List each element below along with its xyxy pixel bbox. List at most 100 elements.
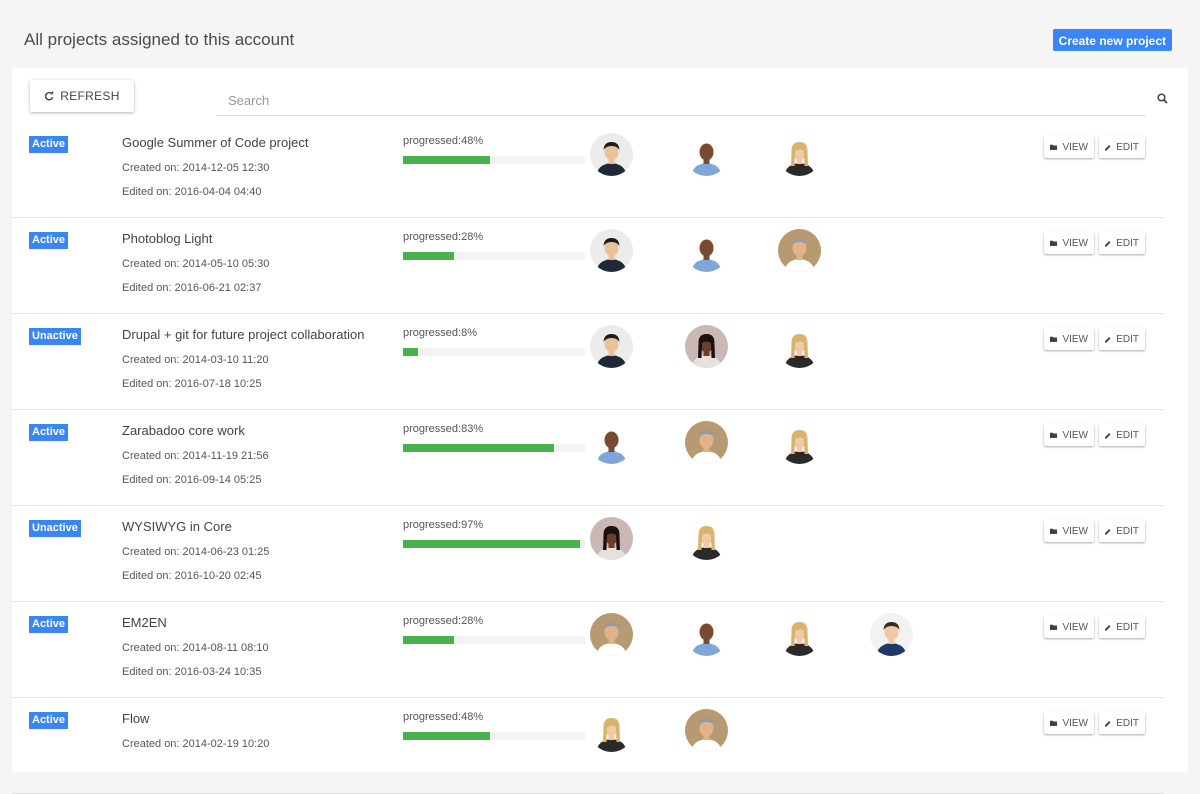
edit-label: EDIT xyxy=(1116,237,1139,249)
member-avatar[interactable] xyxy=(778,613,821,656)
view-button[interactable]: VIEW xyxy=(1044,328,1094,350)
status-badge: Active xyxy=(29,424,69,441)
progress-label: progressed:8% xyxy=(403,327,477,339)
created-date: Created on: 2014-02-19 10:20 xyxy=(122,738,270,750)
view-label: VIEW xyxy=(1062,429,1088,441)
project-row: Unactive Drupal + git for future project… xyxy=(12,314,1164,410)
view-button[interactable]: VIEW xyxy=(1044,520,1094,542)
view-button[interactable]: VIEW xyxy=(1044,232,1094,254)
pencil-icon xyxy=(1105,144,1111,151)
edit-button[interactable]: EDIT xyxy=(1099,616,1145,638)
member-avatar[interactable] xyxy=(685,613,728,656)
project-row: Active Zarabadoo core work Created on: 2… xyxy=(12,410,1164,506)
view-button[interactable]: VIEW xyxy=(1044,136,1094,158)
member-avatar[interactable] xyxy=(778,229,821,272)
created-date: Created on: 2014-12-05 12:30 xyxy=(122,162,270,174)
project-row: Unactive WYSIWYG in Core Created on: 201… xyxy=(12,506,1164,602)
created-date: Created on: 2014-05-10 05:30 xyxy=(122,258,270,270)
member-avatar[interactable] xyxy=(778,421,821,464)
folder-icon xyxy=(1050,624,1058,630)
view-label: VIEW xyxy=(1062,237,1088,249)
progress-fill xyxy=(403,444,555,452)
status-badge: Active xyxy=(29,232,69,249)
folder-icon xyxy=(1050,432,1058,438)
edit-button[interactable]: EDIT xyxy=(1099,520,1145,542)
folder-icon xyxy=(1050,144,1058,150)
created-date: Created on: 2014-06-23 01:25 xyxy=(122,546,270,558)
project-name: Zarabadoo core work xyxy=(122,423,245,438)
created-date: Created on: 2014-08-11 08:10 xyxy=(122,642,269,654)
view-button[interactable]: VIEW xyxy=(1044,712,1094,734)
member-avatar[interactable] xyxy=(685,517,728,560)
row-actions: VIEW EDIT xyxy=(1044,328,1145,350)
progress-bar xyxy=(403,444,585,452)
edited-date: Edited on: 2016-03-24 10:35 xyxy=(122,666,262,678)
pencil-icon xyxy=(1105,240,1111,247)
member-avatar[interactable] xyxy=(778,325,821,368)
member-avatar[interactable] xyxy=(590,421,633,464)
row-actions: VIEW EDIT xyxy=(1044,424,1145,446)
member-avatar[interactable] xyxy=(685,709,728,752)
edit-button[interactable]: EDIT xyxy=(1099,136,1145,158)
row-actions: VIEW EDIT xyxy=(1044,136,1145,158)
row-actions: VIEW EDIT xyxy=(1044,232,1145,254)
view-label: VIEW xyxy=(1062,141,1088,153)
edited-date: Edited on: 2016-07-18 10:25 xyxy=(122,378,262,390)
member-avatar[interactable] xyxy=(685,325,728,368)
edited-date: Edited on: 2016-04-04 04:40 xyxy=(122,186,262,198)
member-avatar[interactable] xyxy=(685,133,728,176)
edit-label: EDIT xyxy=(1116,333,1139,345)
view-label: VIEW xyxy=(1062,717,1088,729)
edit-button[interactable]: EDIT xyxy=(1099,424,1145,446)
refresh-icon xyxy=(45,91,54,101)
project-row: Active EM2EN Created on: 2014-08-11 08:1… xyxy=(12,602,1164,698)
status-badge: Active xyxy=(29,136,69,153)
view-label: VIEW xyxy=(1062,333,1088,345)
progress-bar xyxy=(403,252,585,260)
member-avatar[interactable] xyxy=(870,613,913,656)
pencil-icon xyxy=(1105,528,1111,535)
edit-label: EDIT xyxy=(1116,429,1139,441)
row-actions: VIEW EDIT xyxy=(1044,712,1145,734)
edit-button[interactable]: EDIT xyxy=(1099,712,1145,734)
search-icon[interactable] xyxy=(1156,92,1170,106)
member-avatar[interactable] xyxy=(685,229,728,272)
edit-label: EDIT xyxy=(1116,621,1139,633)
progress-bar xyxy=(403,732,585,740)
member-avatar[interactable] xyxy=(685,421,728,464)
edited-date: Edited on: 2016-06-21 02:37 xyxy=(122,282,262,294)
view-label: VIEW xyxy=(1062,621,1088,633)
create-project-button[interactable]: Create new project xyxy=(1052,29,1172,51)
progress-label: progressed:28% xyxy=(403,615,484,627)
status-badge: Unactive xyxy=(29,520,81,537)
row-actions: VIEW EDIT xyxy=(1044,616,1145,638)
refresh-button[interactable]: REFRESH xyxy=(30,80,134,112)
created-date: Created on: 2014-11-19 21:56 xyxy=(122,450,269,462)
status-badge: Active xyxy=(29,616,69,633)
member-avatar[interactable] xyxy=(590,517,633,560)
member-avatar[interactable] xyxy=(590,709,633,752)
page-title: All projects assigned to this account xyxy=(24,30,295,49)
progress-fill xyxy=(403,156,491,164)
view-button[interactable]: VIEW xyxy=(1044,616,1094,638)
member-avatar[interactable] xyxy=(590,229,633,272)
card-header: All projects assigned to this account Cr… xyxy=(12,12,1188,68)
edit-button[interactable]: EDIT xyxy=(1099,232,1145,254)
view-button[interactable]: VIEW xyxy=(1044,424,1094,446)
project-name: Google Summer of Code project xyxy=(122,135,309,150)
project-name: Flow xyxy=(122,711,150,726)
search-field xyxy=(216,86,1146,116)
edit-button[interactable]: EDIT xyxy=(1099,328,1145,350)
member-avatar[interactable] xyxy=(778,133,821,176)
member-avatar[interactable] xyxy=(590,133,633,176)
progress-label: progressed:28% xyxy=(403,231,484,243)
edited-date: Edited on: 2016-10-20 02:45 xyxy=(122,570,262,582)
search-input[interactable] xyxy=(216,86,1146,115)
folder-icon xyxy=(1050,336,1058,342)
created-date: Created on: 2014-03-10 11:20 xyxy=(122,354,269,366)
project-row: Active Photoblog Light Created on: 2014-… xyxy=(12,218,1164,314)
member-avatar[interactable] xyxy=(590,325,633,368)
pencil-icon xyxy=(1105,624,1111,631)
project-row: Active Google Summer of Code project Cre… xyxy=(12,122,1164,218)
member-avatar[interactable] xyxy=(590,613,633,656)
